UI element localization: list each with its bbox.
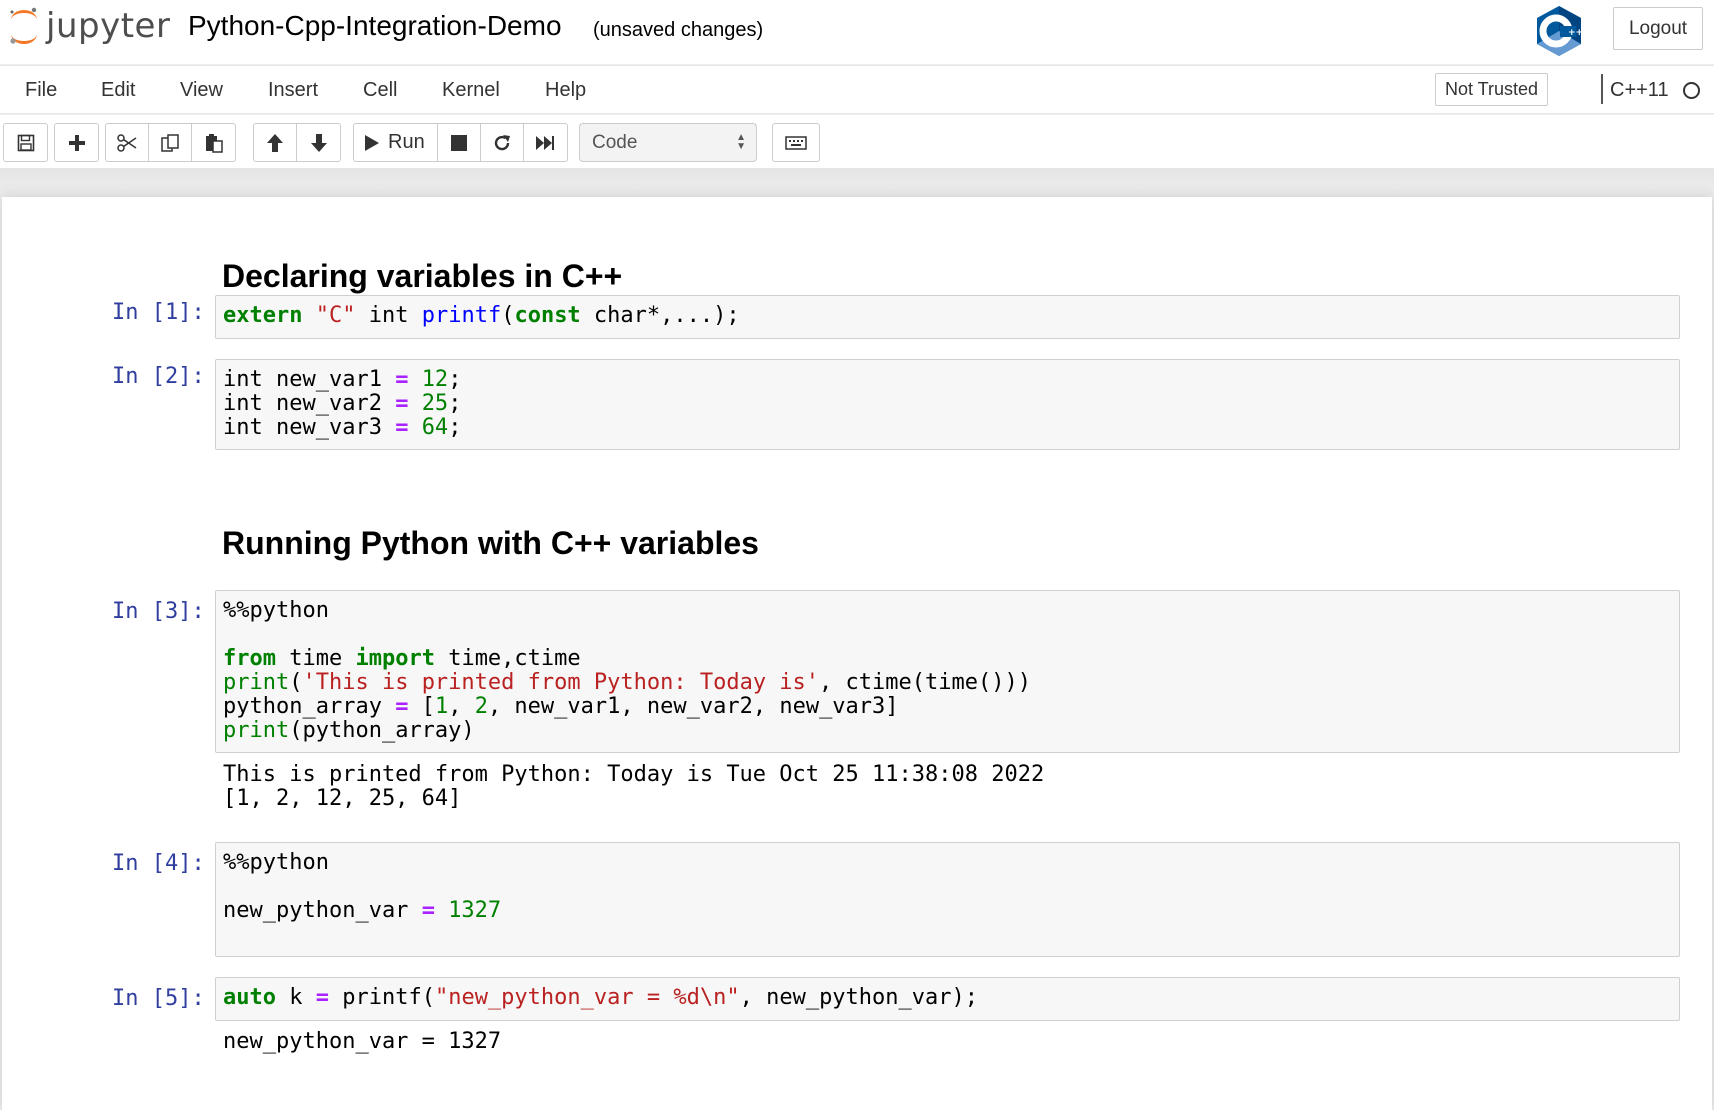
restart-run-all-button[interactable] — [524, 124, 567, 161]
arrow-down-icon — [310, 133, 327, 152]
markdown-heading-declaring[interactable]: Declaring variables in C++ — [222, 258, 622, 295]
cell-type-select[interactable]: Code ▲ ▼ — [579, 123, 757, 162]
keyboard-group — [772, 123, 820, 162]
jupyter-logo-text: jupyter — [46, 6, 171, 46]
cell-prompt-3: In [3]: — [112, 599, 205, 624]
run-label: Run — [388, 131, 425, 153]
cut-button[interactable] — [106, 124, 149, 161]
run-button[interactable]: Run — [354, 124, 438, 161]
notebook-background — [0, 168, 1714, 198]
code-editor-1[interactable]: extern "C" int printf(const char*,...); — [216, 296, 1679, 333]
code-editor-5[interactable]: auto k = printf("new_python_var = %d\n",… — [216, 978, 1679, 1015]
run-group: Run — [353, 123, 568, 162]
kernel-separator — [1601, 74, 1603, 104]
toolbar: Run Code ▲ ▼ — [0, 115, 1714, 168]
notebook-container: Declaring variables in C++ In [1]: exter… — [2, 197, 1712, 1110]
restart-icon — [494, 134, 510, 150]
select-arrows-icon: ▲ ▼ — [736, 132, 746, 152]
code-cell-4[interactable]: %%python new_python_var = 1327 — [215, 842, 1680, 957]
save-group — [3, 123, 48, 162]
cell-prompt-1: In [1]: — [112, 300, 205, 325]
play-icon — [365, 134, 379, 151]
kernel-idle-indicator — [1683, 82, 1700, 99]
menu-kernel[interactable]: Kernel — [442, 79, 500, 102]
jupyter-logo[interactable]: jupyter — [8, 6, 170, 46]
menu-insert[interactable]: Insert — [268, 79, 318, 102]
interrupt-button[interactable] — [438, 124, 481, 161]
menubar: File Edit View Insert Cell Kernel Help N… — [0, 65, 1714, 114]
command-palette-button[interactable] — [773, 124, 819, 161]
cpp-logo-icon: ++ — [1534, 4, 1584, 63]
cell-type-value: Code — [592, 131, 638, 153]
move-down-button[interactable] — [297, 124, 340, 161]
insert-group — [54, 123, 99, 162]
copy-icon — [161, 133, 179, 152]
code-cell-1[interactable]: extern "C" int printf(const char*,...); — [215, 295, 1680, 339]
stop-icon — [450, 134, 467, 151]
keyboard-icon — [785, 135, 807, 150]
code-editor-4[interactable]: %%python new_python_var = 1327 — [216, 843, 1679, 928]
save-status: (unsaved changes) — [593, 19, 764, 41]
code-cell-3[interactable]: %%python from time import time,ctime pri… — [215, 590, 1680, 753]
save-button[interactable] — [4, 124, 47, 161]
fast-forward-icon — [536, 135, 555, 150]
svg-text:++: ++ — [1568, 28, 1583, 38]
insert-cell-button[interactable] — [55, 124, 98, 161]
copy-button[interactable] — [149, 124, 192, 161]
move-group — [253, 123, 341, 162]
scissors-icon — [117, 133, 137, 152]
clipboard-group — [105, 123, 236, 162]
jupyter-logo-icon — [10, 7, 37, 44]
trust-badge[interactable]: Not Trusted — [1435, 73, 1548, 106]
arrow-up-icon — [267, 133, 283, 152]
menu-edit[interactable]: Edit — [101, 79, 135, 102]
kernel-name: C++11 — [1610, 79, 1669, 101]
cell-output-5: new_python_var = 1327 — [223, 1029, 502, 1054]
code-editor-3[interactable]: %%python from time import time,ctime pri… — [216, 591, 1679, 748]
move-up-button[interactable] — [254, 124, 297, 161]
menu-cell[interactable]: Cell — [363, 79, 397, 102]
markdown-heading-running[interactable]: Running Python with C++ variables — [222, 525, 759, 562]
cell-output-3: This is printed from Python: Today is Tu… — [223, 762, 1045, 811]
cell-prompt-4: In [4]: — [112, 851, 205, 876]
menu-file[interactable]: File — [25, 79, 57, 102]
header: jupyter Python-Cpp-Integration-Demo (uns… — [0, 0, 1714, 64]
restart-button[interactable] — [481, 124, 524, 161]
notebook-title[interactable]: Python-Cpp-Integration-Demo — [188, 10, 562, 42]
plus-icon — [68, 134, 85, 151]
paste-icon — [205, 133, 223, 153]
cell-prompt-2: In [2]: — [112, 364, 205, 389]
cell-prompt-5: In [5]: — [112, 986, 205, 1011]
paste-button[interactable] — [192, 124, 235, 161]
save-icon — [17, 134, 34, 151]
code-editor-2[interactable]: int new_var1 = 12; int new_var2 = 25; in… — [216, 360, 1679, 445]
logout-button[interactable]: Logout — [1613, 7, 1703, 50]
menu-help[interactable]: Help — [545, 79, 586, 102]
menu-view[interactable]: View — [180, 79, 223, 102]
code-cell-2[interactable]: int new_var1 = 12; int new_var2 = 25; in… — [215, 359, 1680, 450]
code-cell-5[interactable]: auto k = printf("new_python_var = %d\n",… — [215, 977, 1680, 1021]
